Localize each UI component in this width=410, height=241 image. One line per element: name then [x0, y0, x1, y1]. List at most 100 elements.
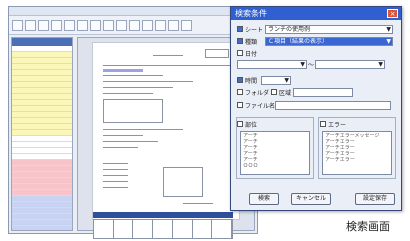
filename-checkbox[interactable] — [237, 102, 243, 108]
dialog-titlebar[interactable]: 検索条件 × — [231, 7, 401, 20]
sheet-label: シート — [245, 26, 264, 34]
page-heading-line — [153, 55, 183, 56]
text-line — [103, 187, 128, 188]
strip-cell — [114, 220, 134, 238]
part-listbox[interactable]: アーチ アーチ アーチ アーチ アーチ ＯＯＯ — [240, 131, 310, 175]
date-range-row: ▼ ～ ▼ — [237, 59, 397, 69]
chevron-down-icon: ▼ — [386, 25, 391, 33]
strip-cell — [173, 220, 193, 238]
toolbar-button[interactable] — [64, 19, 75, 31]
text-line — [183, 203, 213, 204]
sheet-checkbox[interactable] — [237, 26, 243, 32]
search-dialog: 検索条件 × シート ランチの使用例 ▼ 種類 Ｃ項目（結果の表示） ▼ 日付 … — [230, 6, 402, 211]
app-window — [8, 6, 258, 239]
text-line — [103, 163, 128, 164]
record-list[interactable] — [11, 37, 73, 231]
toolbar-button[interactable] — [90, 19, 101, 31]
date-checkbox[interactable] — [237, 50, 243, 56]
part-checkbox[interactable] — [237, 121, 243, 127]
highlighted-text — [103, 69, 143, 72]
area-checkbox[interactable] — [271, 89, 277, 95]
part-label: 部位 — [245, 121, 258, 129]
text-line — [103, 129, 183, 130]
part-header: 部位 — [237, 119, 257, 129]
toolbar-button[interactable] — [12, 19, 23, 31]
strip-cell — [193, 220, 213, 238]
strip-cell — [94, 220, 114, 238]
menu-bar[interactable] — [9, 7, 257, 16]
toolbar-button[interactable] — [142, 19, 153, 31]
filename-label: ファイル名 — [245, 102, 276, 110]
type-dropdown[interactable]: Ｃ項目（結果の表示） ▼ — [265, 36, 393, 46]
time-row: 時間 ▼ — [237, 75, 397, 85]
form-block — [103, 99, 163, 123]
sheet-row: シート ランチの使用例 ▼ — [237, 24, 397, 34]
range-separator: ～ — [307, 61, 314, 69]
toolbar-button[interactable] — [77, 19, 88, 31]
list-item[interactable]: ＯＯＯ — [243, 163, 307, 169]
toolbar-button[interactable] — [168, 19, 179, 31]
filename-field[interactable] — [275, 100, 391, 110]
type-row: 種類 Ｃ項目（結果の表示） ▼ — [237, 36, 397, 46]
error-listbox[interactable]: アーチエラーメッセージ アーチエラー アーチエラー アーチエラー アーチエラー — [322, 131, 392, 175]
area-label: 区域 — [279, 89, 292, 97]
sheet-dropdown[interactable]: ランチの使用例 ▼ — [265, 24, 393, 34]
toolbar-button[interactable] — [51, 19, 62, 31]
record-list-header — [12, 38, 72, 46]
area-field[interactable] — [293, 87, 353, 97]
cancel-button[interactable]: キャンセル — [291, 193, 331, 205]
list-item[interactable] — [12, 226, 72, 230]
folder-checkbox[interactable] — [237, 89, 243, 95]
close-icon[interactable]: × — [387, 9, 398, 18]
error-checkbox[interactable] — [320, 121, 326, 127]
type-checkbox[interactable] — [237, 38, 243, 44]
text-line — [103, 181, 128, 182]
text-line — [103, 81, 193, 82]
toolbar-button[interactable] — [103, 19, 114, 31]
text-line — [103, 65, 231, 66]
text-line — [103, 75, 163, 76]
strip-cell — [133, 220, 154, 238]
text-line — [103, 147, 138, 148]
dialog-title: 検索条件 — [235, 9, 267, 18]
toolbar-button[interactable] — [25, 19, 36, 31]
bottom-form-strip — [93, 219, 233, 239]
date-to-field[interactable]: ▼ — [315, 59, 385, 69]
sheet-value: ランチの使用例 — [268, 25, 311, 33]
chevron-down-icon: ▼ — [284, 76, 289, 84]
chevron-down-icon: ▼ — [300, 60, 305, 68]
toolbar-button[interactable] — [181, 19, 192, 31]
time-dropdown[interactable]: ▼ — [261, 75, 291, 85]
chevron-down-icon: ▼ — [386, 37, 391, 45]
filename-row: ファイル名 — [237, 100, 397, 110]
text-line — [103, 135, 143, 136]
toolbar-button[interactable] — [116, 19, 127, 31]
date-row: 日付 — [237, 48, 397, 58]
error-header: エラー — [320, 119, 346, 129]
toolbar-button[interactable] — [38, 19, 49, 31]
time-label: 時間 — [245, 77, 258, 85]
text-line — [103, 93, 153, 94]
text-line — [103, 87, 173, 88]
date-from-field[interactable]: ▼ — [237, 59, 307, 69]
list-item[interactable]: アーチエラー — [325, 157, 389, 163]
text-line — [103, 169, 128, 170]
diagram-box — [163, 167, 203, 197]
bottom-tab-bar[interactable] — [93, 212, 233, 218]
type-label: 種類 — [245, 38, 258, 46]
toolbar-button[interactable] — [155, 19, 166, 31]
document-page — [92, 42, 240, 220]
page-stamp-box — [205, 49, 229, 58]
folder-area-row: フォルダ 区域 — [237, 87, 397, 97]
text-line — [103, 175, 128, 176]
toolbar-button[interactable] — [129, 19, 140, 31]
folder-label: フォルダ — [245, 89, 270, 97]
document-canvas[interactable] — [77, 37, 255, 231]
strip-cell — [212, 220, 233, 238]
search-button[interactable]: 検索 — [249, 193, 279, 205]
date-label: 日付 — [245, 50, 258, 58]
save-settings-button[interactable]: 設定保存 — [355, 193, 395, 205]
time-checkbox[interactable] — [237, 77, 243, 83]
chevron-down-icon: ▼ — [378, 60, 383, 68]
type-value: Ｃ項目（結果の表示） — [268, 37, 329, 45]
